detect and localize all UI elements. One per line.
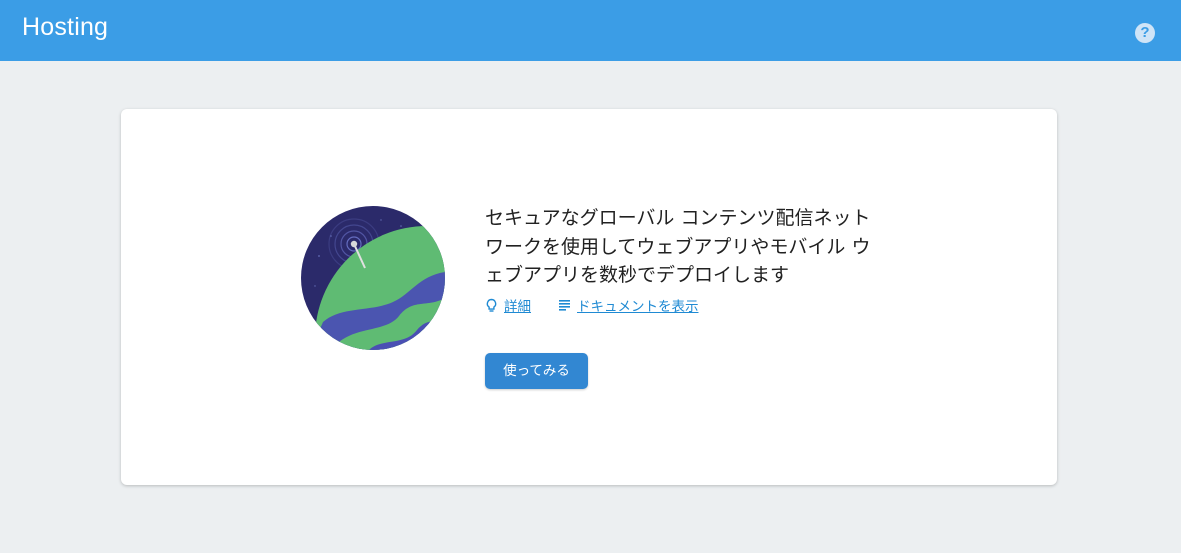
lightbulb-icon <box>486 298 497 312</box>
hosting-description: セキュアなグローバル コンテンツ配信ネットワークを使用してウェブアプリやモバイル… <box>485 207 871 286</box>
app-title: Hosting <box>22 13 109 41</box>
view-docs-link[interactable]: ドキュメントを表示 <box>558 295 699 315</box>
globe-illustration <box>301 206 445 350</box>
learn-more-label: 詳細 <box>504 299 531 315</box>
learn-more-link[interactable]: 詳細 <box>485 295 531 315</box>
hosting-intro-card: セキュアなグローバル コンテンツ配信ネットワークを使用してウェブアプリやモバイル… <box>121 109 1057 485</box>
document-lines-icon <box>559 300 570 311</box>
get-started-button[interactable]: 使ってみる <box>485 353 588 389</box>
view-docs-label: ドキュメントを表示 <box>577 299 699 315</box>
help-links: 詳細 ドキュメントを表示 <box>485 295 699 315</box>
help-icon[interactable]: ? <box>1135 23 1155 43</box>
top-app-bar: Hosting ? <box>0 0 1181 61</box>
